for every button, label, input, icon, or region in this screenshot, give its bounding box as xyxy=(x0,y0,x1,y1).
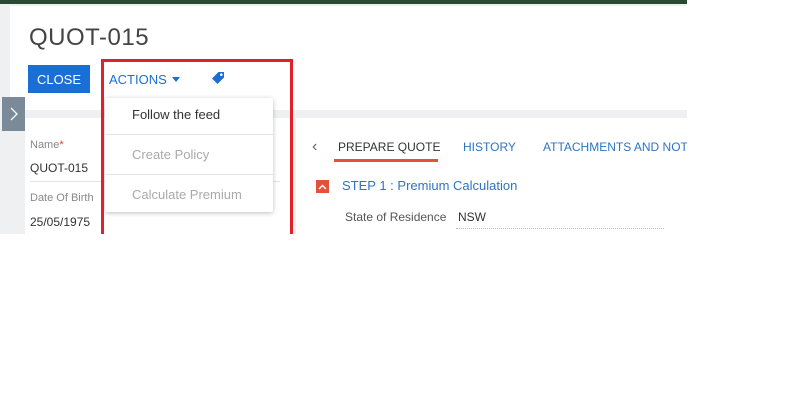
name-field-label: Name* xyxy=(30,139,64,151)
app-window: QUOT-015 CLOSE ACTIONS Name* QUOT-015 Da… xyxy=(0,4,687,234)
tabs-scroll-left-icon[interactable]: ‹ xyxy=(312,138,317,156)
step-title: STEP 1 : Premium Calculation xyxy=(342,178,518,193)
name-label-text: Name xyxy=(30,139,60,151)
sidebar-toggle-button[interactable] xyxy=(2,97,25,131)
chevron-right-icon xyxy=(10,107,18,121)
tab-history[interactable]: HISTORY xyxy=(463,140,516,154)
page-title: QUOT-015 xyxy=(29,24,150,51)
detail-panel: ‹ PREPARE QUOTE HISTORY ATTACHMENTS AND … xyxy=(296,118,687,234)
tab-attachments-and-notes[interactable]: ATTACHMENTS AND NOT xyxy=(543,140,687,154)
field-divider xyxy=(456,228,664,229)
close-button[interactable]: CLOSE xyxy=(28,65,90,93)
menu-item-follow-the-feed[interactable]: Follow the feed xyxy=(132,107,220,122)
actions-button[interactable]: ACTIONS xyxy=(109,65,180,93)
record-header: QUOT-015 CLOSE ACTIONS xyxy=(10,6,687,110)
dob-field-value[interactable]: 25/05/1975 xyxy=(30,215,90,229)
chevron-up-icon xyxy=(318,183,327,190)
active-tab-indicator xyxy=(334,159,438,162)
state-of-residence-value[interactable]: NSW xyxy=(458,210,486,224)
tag-icon[interactable] xyxy=(210,70,226,86)
actions-dropdown-menu: Follow the feed Create Policy Calculate … xyxy=(105,98,273,212)
actions-label: ACTIONS xyxy=(109,71,167,87)
menu-item-create-policy: Create Policy xyxy=(132,147,210,162)
dob-field-label: Date Of Birth xyxy=(30,192,94,204)
collapse-step-button[interactable] xyxy=(316,180,329,193)
name-field-value[interactable]: QUOT-015 xyxy=(30,161,88,175)
required-marker: * xyxy=(59,139,64,151)
menu-item-calculate-premium: Calculate Premium xyxy=(132,187,242,202)
tab-prepare-quote[interactable]: PREPARE QUOTE xyxy=(338,140,440,154)
state-of-residence-label: State of Residence xyxy=(345,210,447,224)
menu-divider xyxy=(105,174,273,175)
menu-divider xyxy=(105,134,273,135)
caret-down-icon xyxy=(171,77,180,82)
